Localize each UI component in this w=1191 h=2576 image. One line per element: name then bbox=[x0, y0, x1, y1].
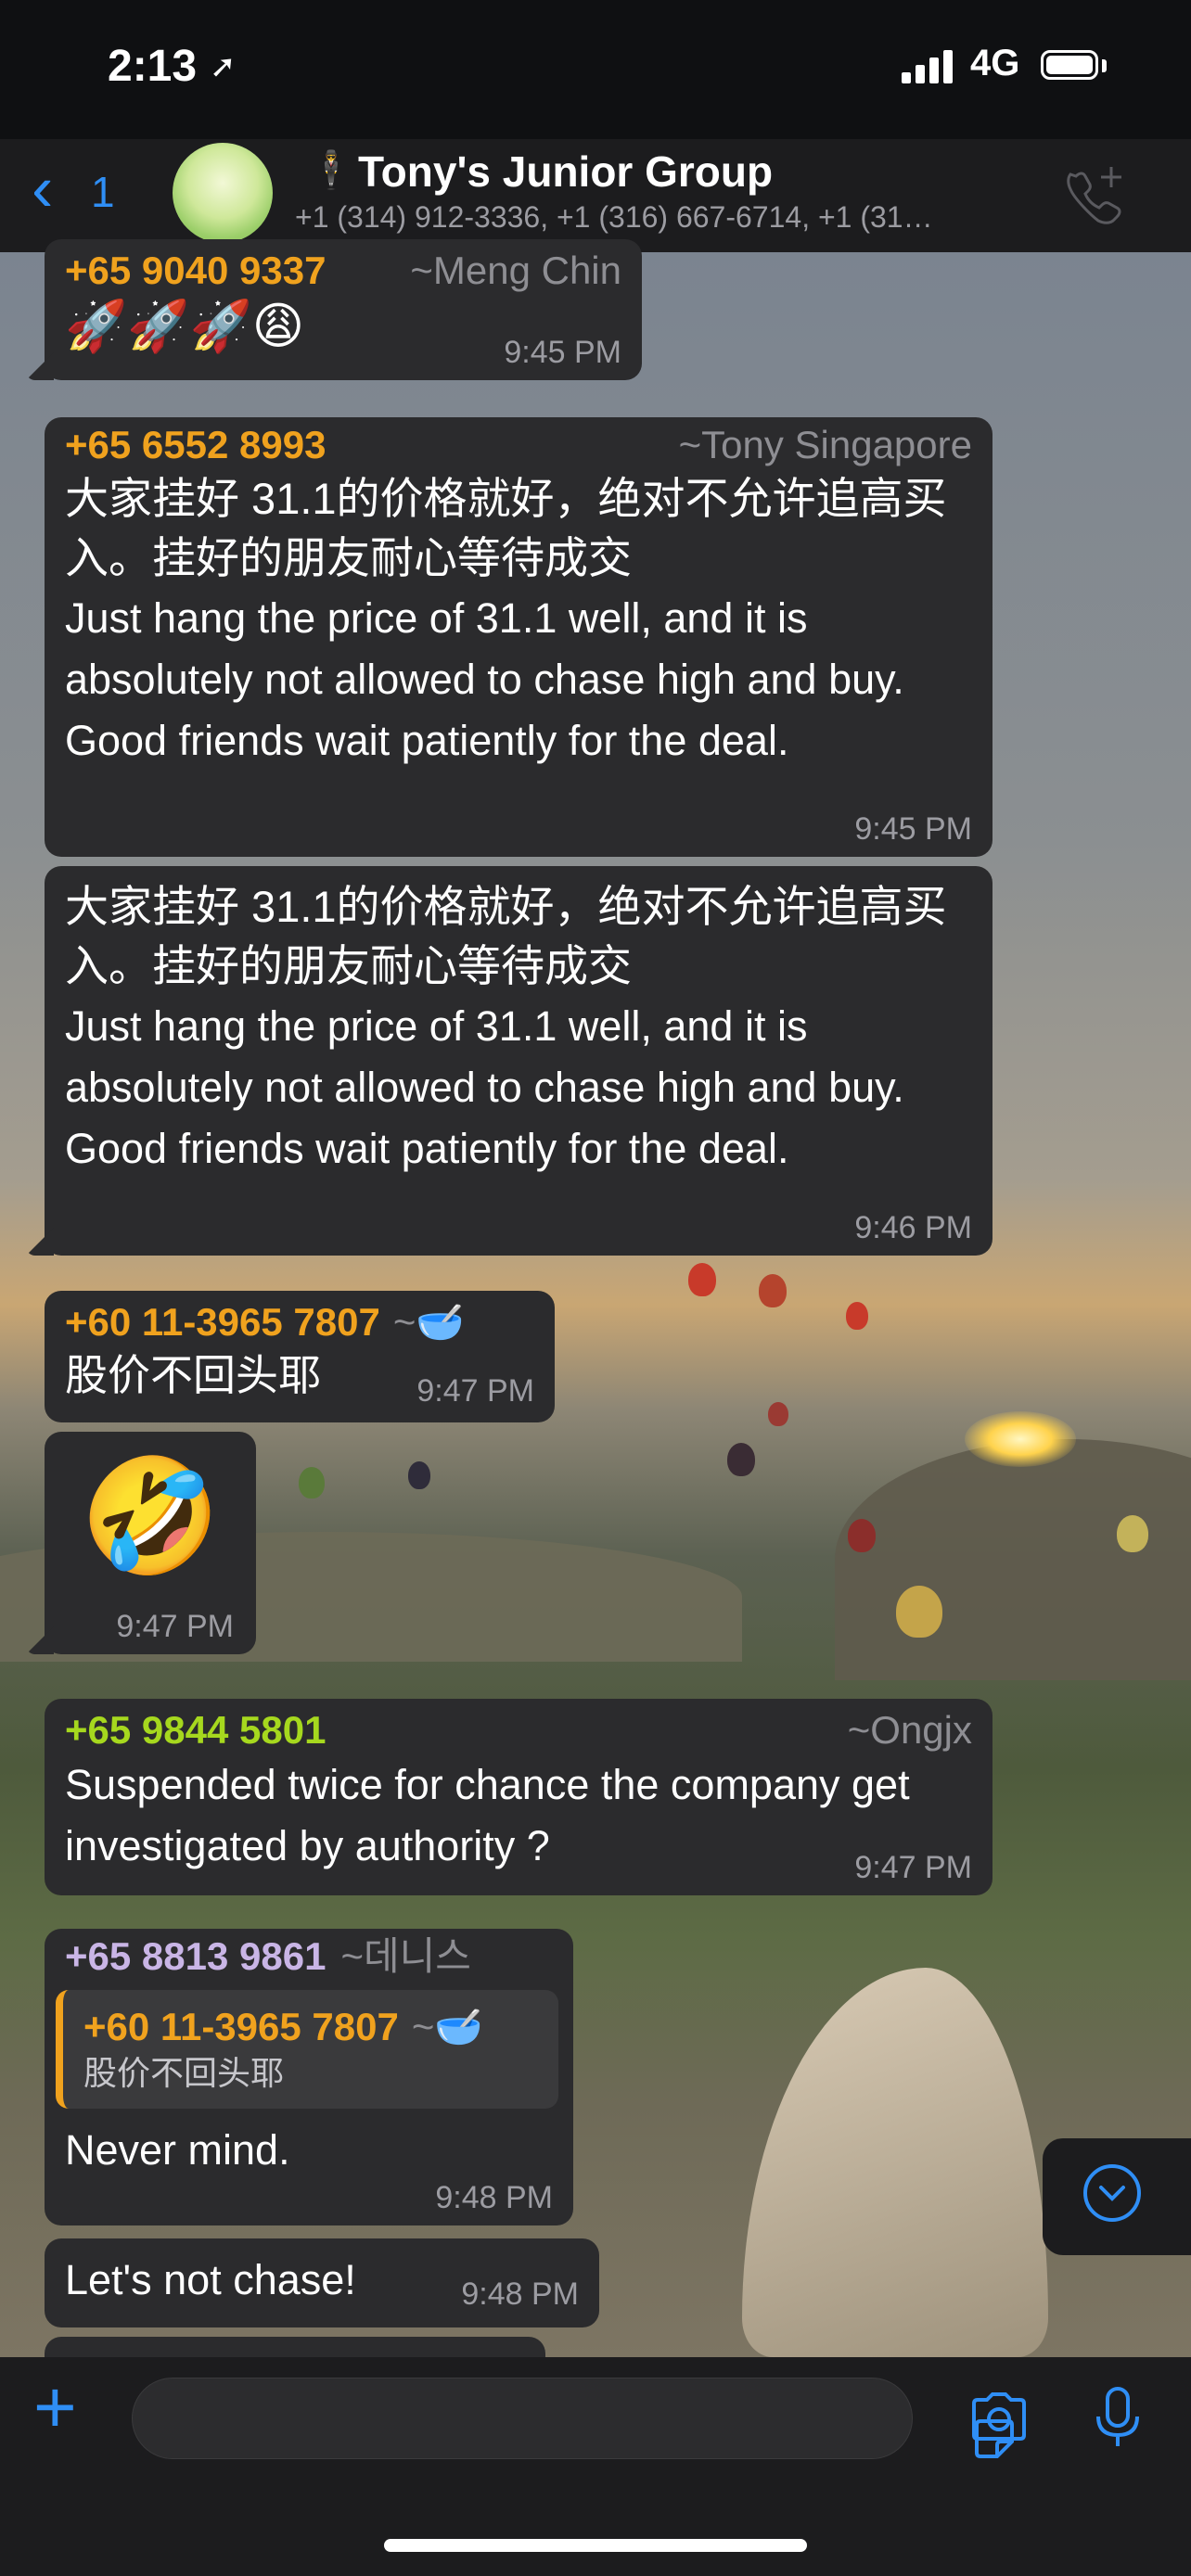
message-time: 9:45 PM bbox=[854, 811, 972, 847]
message-text: Never mind. bbox=[65, 2126, 290, 2174]
location-arrow-icon: ➚ bbox=[210, 49, 237, 84]
rock-formation bbox=[742, 1968, 1048, 2357]
person-in-suit-icon: 🕴 bbox=[308, 150, 354, 191]
message-bubble[interactable]: +65 6552 8993 ~Tony Singapore 大家挂好 31.1的… bbox=[45, 417, 992, 857]
sender-phone[interactable]: +65 8813 9861 bbox=[65, 1932, 326, 1981]
sender-phone[interactable]: +65 9040 9337 bbox=[65, 247, 326, 295]
battery-icon bbox=[1041, 50, 1098, 80]
plus-icon[interactable]: + bbox=[33, 2370, 77, 2444]
message-bubble[interactable]: 🤣 9:47 PM bbox=[45, 1432, 256, 1654]
sun bbox=[965, 1411, 1076, 1467]
message-text: Just hang the price of 31.1 well, and it… bbox=[65, 594, 904, 764]
message-time: 9:48 PM bbox=[461, 2276, 579, 2312]
sender-alias: ~데니스 bbox=[340, 1934, 471, 1978]
microphone-icon[interactable] bbox=[1093, 2385, 1143, 2452]
message-time: 9:47 PM bbox=[854, 1850, 972, 1885]
back-unread-count[interactable]: 1 bbox=[91, 167, 115, 217]
message-text-chinese: 大家挂好 31.1的价格就好，绝对不允许追高买入。挂好的朋友耐心等待成交 bbox=[65, 882, 947, 990]
message-bubble[interactable]: +65 8813 9861 ~데니스 +60 11-3965 7807 ~🥣 股… bbox=[45, 1929, 573, 2225]
status-time: 2:13 bbox=[108, 42, 198, 91]
sender-alias: ~Meng Chin bbox=[410, 249, 621, 292]
scroll-to-bottom-button[interactable] bbox=[1043, 2138, 1191, 2255]
message-text: Suspended twice for chance the company g… bbox=[65, 1761, 910, 1869]
message-time: 9:47 PM bbox=[416, 1373, 534, 1409]
add-call-icon[interactable] bbox=[1063, 161, 1128, 226]
cellular-signal-icon bbox=[902, 48, 955, 83]
network-type: 4G bbox=[970, 43, 1020, 83]
group-name[interactable]: Tony's Junior Group bbox=[358, 147, 773, 197]
chevron-down-icon bbox=[1083, 2164, 1141, 2222]
sender-alias: ~Tony Singapore bbox=[678, 423, 972, 466]
sender-alias: ~Ongjx bbox=[847, 1708, 972, 1752]
message-bubble[interactable]: +65 9040 9337 ~Meng Chin 🚀🚀🚀😩 9:45 PM bbox=[45, 239, 642, 380]
message-time: 9:45 PM bbox=[504, 335, 621, 370]
status-bar: 2:13 ➚ 4G bbox=[0, 0, 1191, 139]
group-members[interactable]: +1 (314) 912-3336, +1 (316) 667-6714, +1… bbox=[295, 200, 1046, 235]
message-time: 9:48 PM bbox=[435, 2180, 553, 2215]
message-text: Just hang the price of 31.1 well, and it… bbox=[65, 1002, 904, 1172]
quoted-sender-phone: +60 11-3965 7807 bbox=[83, 2005, 399, 2048]
quoted-sender-alias: ~🥣 bbox=[411, 2005, 483, 2048]
sender-phone[interactable]: +65 6552 8993 bbox=[65, 421, 326, 469]
sender-alias: ~🥣 bbox=[392, 1300, 465, 1344]
home-indicator[interactable] bbox=[384, 2539, 807, 2552]
quoted-reply[interactable]: +60 11-3965 7807 ~🥣 股价不回头耶 bbox=[56, 1990, 558, 2109]
message-bubble-partial[interactable] bbox=[45, 2337, 545, 2357]
sender-phone[interactable]: +65 9844 5801 bbox=[65, 1706, 326, 1754]
camera-icon[interactable] bbox=[968, 2391, 1030, 2444]
quoted-text: 股价不回头耶 bbox=[83, 2054, 285, 2092]
message-bubble[interactable]: +65 9844 5801 ~Ongjx Suspended twice for… bbox=[45, 1699, 992, 1895]
back-chevron-icon[interactable]: ‹ bbox=[32, 156, 53, 221]
message-time: 9:47 PM bbox=[116, 1609, 234, 1644]
rofl-emoji: 🤣 bbox=[80, 1453, 221, 1579]
message-input[interactable] bbox=[132, 2378, 1014, 2459]
group-avatar[interactable] bbox=[173, 143, 273, 243]
sender-phone[interactable]: +60 11-3965 7807 bbox=[65, 1298, 380, 1346]
message-bubble[interactable]: 大家挂好 31.1的价格就好，绝对不允许追高买入。挂好的朋友耐心等待成交 Jus… bbox=[45, 866, 992, 1256]
chat-header: ‹ 1 🕴 Tony's Junior Group +1 (314) 912-3… bbox=[0, 139, 1191, 252]
message-bubble[interactable]: Let's not chase! 9:48 PM bbox=[45, 2238, 599, 2327]
message-text-chinese: 大家挂好 31.1的价格就好，绝对不允许追高买入。挂好的朋友耐心等待成交 bbox=[65, 474, 947, 582]
message-bubble[interactable]: +60 11-3965 7807 ~🥣 股价不回头耶 9:47 PM bbox=[45, 1291, 555, 1422]
message-time: 9:46 PM bbox=[854, 1210, 972, 1245]
